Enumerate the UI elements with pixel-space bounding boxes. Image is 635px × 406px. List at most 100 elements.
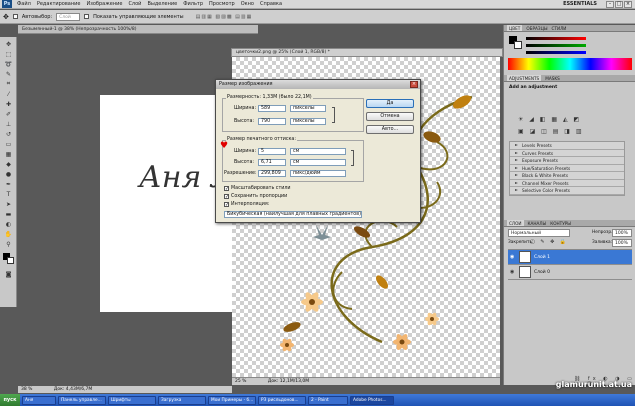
panel-bg-swatch[interactable] [514,41,522,49]
print-width-input[interactable]: 5 [258,148,286,155]
flowers-zoom-level[interactable]: 25 % [235,379,246,384]
menu-edit[interactable]: Редактирование [34,1,84,7]
quick-mask-icon[interactable]: ◙ [4,270,13,278]
menu-filter[interactable]: Фильтр [180,1,206,7]
move-tool-icon[interactable]: ✥ [3,13,9,21]
print-height-input[interactable]: 6,71 [258,159,286,166]
healing-tool-icon[interactable]: ✚ [4,100,13,108]
lock-icons[interactable]: ▢ ✎ ✥ 🔒 [530,239,568,245]
tab-paths[interactable]: КОНТУРЫ [550,220,571,226]
dodge-tool-icon[interactable]: ● [4,170,13,178]
resolution-unit-select[interactable]: пикс/дюйм [290,170,346,177]
layer-row-1[interactable]: ◉ Слой 1 [508,250,632,265]
preset-selective-color[interactable]: Selective Color Presets [510,187,624,195]
history-brush-tool-icon[interactable]: ↺ [4,130,13,138]
pixel-width-unit-select[interactable]: пикселы [290,105,326,112]
resample-checkbox[interactable]: ✓ [224,202,229,208]
hand-tool-icon[interactable]: ✋ [4,230,13,238]
menu-select[interactable]: Выделение [144,1,180,7]
pixel-height-input[interactable]: 790 [258,118,286,125]
document-tab-untitled[interactable]: Безымянный-1 @ 38% (Непрозрачность 100%/… [18,25,258,34]
blur-tool-icon[interactable]: ◆ [4,160,13,168]
preset-levels[interactable]: Levels Presets [510,142,624,150]
dialog-close-button[interactable]: × [410,81,418,88]
task-control-panel[interactable]: Панель управле... [58,395,106,405]
marquee-tool-icon[interactable]: ⬚ [4,50,13,58]
gradient-tool-icon[interactable]: ▦ [4,150,13,158]
layer-row-0[interactable]: ◉ Слой 0 [508,265,632,280]
pixel-height-unit-select[interactable]: пикселы [290,118,326,125]
task-download[interactable]: Загрузка [158,395,206,405]
preset-curves[interactable]: Curves Presets [510,150,624,157]
opacity-input[interactable]: 100% [612,229,632,237]
preset-hue-saturation[interactable]: Hue/Saturation Presets [510,165,624,172]
pixel-width-input[interactable]: 589 [258,105,286,112]
eye-icon[interactable]: ◉ [510,254,516,260]
resolution-input[interactable]: 299,809 [258,170,286,177]
dialog-title[interactable]: Размер изображения [216,80,420,89]
blend-mode-select[interactable]: Нормальный [508,229,570,237]
red-slider[interactable] [526,37,586,40]
menu-window[interactable]: Окно [238,1,257,7]
align-buttons-icon[interactable]: ▤▥▦ ▧▨▩ ▤▥▦ [196,14,253,20]
zoom-tool-icon[interactable]: ⚲ [4,240,13,248]
type-tool-icon[interactable]: T [4,190,13,198]
background-color-swatch[interactable] [7,257,14,264]
tab-channels[interactable]: КАНАЛЫ [528,220,547,226]
print-height-unit-select[interactable]: см [290,159,346,166]
resample-method-select[interactable]: Бикубическая (наилучшая для плавных град… [224,211,362,218]
autoselect-dropdown[interactable]: Слой [56,12,81,21]
cancel-button[interactable]: Отмена [366,112,414,121]
fill-input[interactable]: 100% [612,239,632,247]
ok-button[interactable]: Да [366,99,414,108]
menu-file[interactable]: Файл [14,1,34,7]
autoselect-checkbox[interactable] [12,14,18,19]
menu-help[interactable]: Справка [257,1,285,7]
quick-select-tool-icon[interactable]: ✎ [4,70,13,78]
menu-image[interactable]: Изображение [83,1,125,7]
tab-styles[interactable]: СТИЛИ [552,25,567,31]
document-tab-flowers[interactable]: цветочки2.png @ 25% (Слой 1, RGB/8) * [231,48,503,57]
lasso-tool-icon[interactable]: ➰ [4,60,13,68]
adjustment-icons-row1[interactable]: ☀ ◢ ◧ ▦ ◭ ◩ [518,116,581,123]
eye-icon[interactable]: ◉ [510,269,516,275]
show-transform-checkbox[interactable] [84,14,90,19]
preset-exposure[interactable]: Exposure Presets [510,157,624,165]
adjustment-icons-row2[interactable]: ▣ ◪ ◫ ▤ ◨ ▥ [518,128,584,135]
task-fonts[interactable]: Шрифты [108,395,156,405]
menu-view[interactable]: Просмотр [206,1,238,7]
preset-black-white[interactable]: Black & White Presets [510,172,624,180]
scale-styles-checkbox[interactable]: ✓ [224,186,229,192]
preset-channel-mixer[interactable]: Channel Mixer Presets [510,180,624,187]
task-photoshop[interactable]: Adobe Photos... [350,395,394,405]
3d-tool-icon[interactable]: ◐ [4,220,13,228]
menu-layer[interactable]: Слой [125,1,144,7]
print-width-unit-select[interactable]: см [290,148,346,155]
color-spectrum-ramp[interactable] [508,58,632,70]
eraser-tool-icon[interactable]: ▭ [4,140,13,148]
maximize-button[interactable]: □ [615,1,623,8]
pen-tool-icon[interactable]: ✒ [4,180,13,188]
tab-masks[interactable]: MASKS [545,75,560,81]
path-select-tool-icon[interactable]: ➤ [4,200,13,208]
tab-adjustments[interactable]: ADJUSTMENTS [507,75,542,81]
task-paint[interactable]: 2 - Paint [308,395,348,405]
task-my-examples[interactable]: Мои Примеры - б... [208,395,256,405]
blue-slider[interactable] [526,51,586,54]
task-p3[interactable]: РЗ рисльдонов... [258,395,306,405]
auto-button[interactable]: Авто... [366,125,414,134]
constrain-checkbox[interactable]: ✓ [224,194,229,200]
tab-layers[interactable]: СЛОИ [507,220,524,226]
minimize-button[interactable]: – [606,1,614,8]
crop-tool-icon[interactable]: ⌗ [4,80,13,88]
green-slider[interactable] [526,44,586,47]
tab-color[interactable]: ЦВЕТ [507,25,523,31]
tab-swatches[interactable]: ОБРАЗЦЫ [526,25,547,31]
stamp-tool-icon[interactable]: ⊥ [4,120,13,128]
workspace-switcher[interactable]: ESSENTIALS [563,1,597,7]
brush-tool-icon[interactable]: ✐ [4,110,13,118]
move-tool-icon[interactable]: ✥ [4,40,13,48]
zoom-level[interactable]: 38 % [21,387,32,392]
close-app-button[interactable]: × [624,1,632,8]
start-button[interactable]: пуск [0,394,20,406]
